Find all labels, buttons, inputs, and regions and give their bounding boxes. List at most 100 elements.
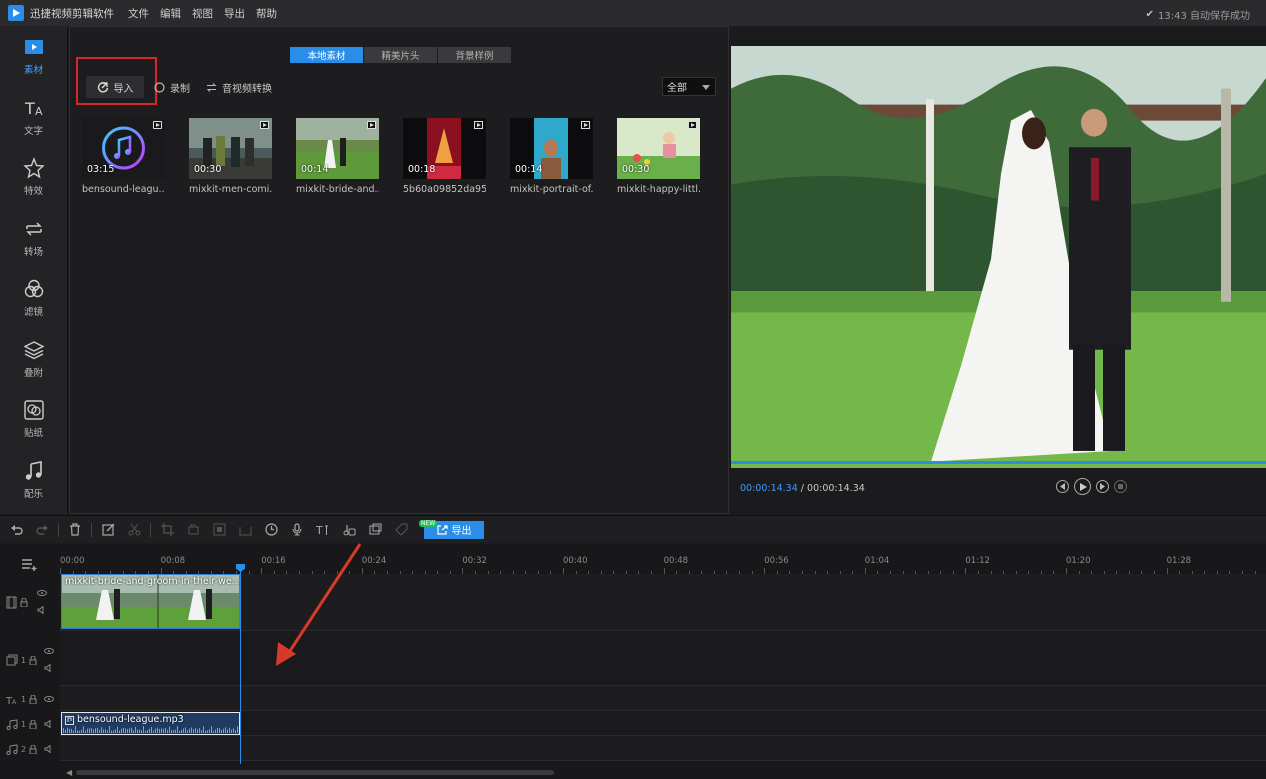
trash-icon — [70, 523, 80, 536]
speed-button[interactable] — [258, 519, 284, 541]
convert-button[interactable]: 音视频转换 — [206, 80, 272, 95]
lock-icon[interactable] — [29, 694, 37, 704]
video-clip[interactable]: mixkit-bride-and-groom-in-their-we... — [61, 574, 240, 629]
eye-icon[interactable] — [44, 648, 55, 654]
video-badge-icon — [581, 121, 590, 129]
sticker-icon — [23, 400, 44, 420]
speaker-icon[interactable] — [44, 745, 54, 753]
playhead[interactable] — [240, 564, 241, 764]
ruler-label: 00:08 — [160, 556, 186, 566]
svg-text:T: T — [316, 524, 323, 536]
lock-icon[interactable] — [29, 744, 37, 754]
text-icon: TA — [24, 99, 43, 118]
previous-frame-button[interactable] — [1056, 480, 1069, 493]
sidebar-item-stickers[interactable]: 贴纸 — [0, 389, 67, 450]
freeze-icon — [239, 527, 251, 536]
tab-intros[interactable]: 精美片头 — [364, 47, 437, 63]
waveform-bar — [117, 726, 118, 733]
audio-detach-button[interactable] — [336, 519, 362, 541]
media-item[interactable]: 00:18 5b60a09852da95... — [403, 118, 510, 195]
sidebar-item-transitions[interactable]: 转场 — [0, 208, 67, 269]
media-item[interactable]: 00:30 mixkit-men-comi... — [189, 118, 296, 195]
waveform-bar — [99, 729, 100, 733]
media-filter-select[interactable]: 全部 — [662, 77, 716, 96]
waveform-bar — [127, 728, 128, 733]
redo-button[interactable] — [29, 519, 55, 541]
waveform-bar — [223, 728, 224, 733]
waveform-bar — [171, 730, 172, 733]
freeze-frame-button[interactable] — [232, 519, 258, 541]
undo-button[interactable] — [3, 519, 29, 541]
menu-view[interactable]: 视图 — [192, 6, 213, 21]
speaker-icon[interactable] — [37, 606, 47, 614]
next-icon — [1100, 483, 1105, 490]
sidebar-item-text[interactable]: TA 文字 — [0, 87, 67, 148]
picture-in-picture-button[interactable] — [362, 519, 388, 541]
media-duration: 00:14 — [515, 164, 543, 175]
app-title: 迅捷视频剪辑软件 — [30, 7, 114, 20]
voiceover-button[interactable] — [284, 519, 310, 541]
play-button[interactable] — [1074, 478, 1091, 495]
waveform-bar — [165, 727, 166, 733]
waveform-bar — [107, 730, 108, 733]
sidebar-item-filters[interactable]: 滤镜 — [0, 268, 67, 329]
scroll-left-arrow-icon[interactable]: ◀ — [66, 768, 72, 777]
waveform-bar — [149, 728, 150, 733]
lock-icon[interactable] — [29, 655, 37, 665]
tab-local-media[interactable]: 本地素材 — [290, 47, 363, 63]
tab-background-samples[interactable]: 背景样例 — [438, 47, 511, 63]
lock-icon[interactable] — [29, 719, 37, 729]
video-badge-icon — [688, 121, 697, 129]
speaker-icon[interactable] — [44, 664, 54, 672]
media-item[interactable]: 00:14 mixkit-portrait-of... — [510, 118, 617, 195]
speaker-icon[interactable] — [44, 720, 54, 728]
edit-icon — [101, 523, 114, 536]
sidebar-item-media[interactable]: 素材 — [0, 26, 67, 87]
mosaic-button[interactable] — [206, 519, 232, 541]
thumbnail-frame: 00:14 — [510, 118, 593, 179]
sidebar-item-label: 叠附 — [23, 367, 43, 379]
waveform-bar — [151, 726, 152, 733]
music-note-icon — [65, 716, 74, 725]
mosaic-icon — [213, 523, 225, 536]
rotate-button[interactable] — [180, 519, 206, 541]
waveform-bar — [143, 726, 144, 733]
overlay-track-header: 1 — [0, 640, 60, 680]
import-button[interactable]: 导入 — [86, 76, 144, 98]
timeline-horizontal-scrollbar[interactable] — [76, 770, 554, 775]
menu-help[interactable]: 帮助 — [256, 6, 277, 21]
sidebar-item-effects[interactable]: 特效 — [0, 147, 67, 208]
delete-button[interactable] — [62, 519, 88, 541]
new-feature-button[interactable] — [388, 519, 414, 541]
menu-file[interactable]: 文件 — [128, 6, 149, 21]
stop-button[interactable] — [1114, 480, 1127, 493]
eye-icon[interactable] — [37, 590, 47, 596]
crop-button[interactable] — [154, 519, 180, 541]
menu-export[interactable]: 导出 — [224, 6, 245, 21]
preview-progress-bar[interactable] — [731, 461, 1266, 464]
next-frame-button[interactable] — [1096, 480, 1109, 493]
video-badge-icon — [260, 121, 269, 129]
menu-edit[interactable]: 编辑 — [160, 6, 181, 21]
waveform-bar — [87, 728, 88, 733]
record-button[interactable]: 录制 — [154, 80, 190, 95]
waveform-bar — [189, 728, 190, 733]
media-item[interactable]: 03:15 bensound-leagu... — [82, 118, 189, 195]
toolbar-divider — [58, 522, 59, 537]
media-item[interactable]: 00:14 mixkit-bride-and... — [296, 118, 403, 195]
sidebar-item-music[interactable]: 配乐 — [0, 450, 67, 511]
edit-button[interactable] — [95, 519, 121, 541]
media-item[interactable]: 00:30 mixkit-happy-littl... — [617, 118, 724, 195]
text-to-speech-button[interactable]: T — [310, 519, 336, 541]
chevron-down-icon — [702, 85, 710, 90]
split-button[interactable] — [121, 519, 147, 541]
thumbnail-frame: 00:14 — [296, 118, 379, 179]
track-number: 1 — [21, 655, 27, 665]
audio-clip[interactable]: bensound-league.mp3 — [61, 712, 240, 735]
sidebar-item-overlay[interactable]: 叠附 — [0, 329, 67, 390]
add-track-icon[interactable] — [22, 558, 38, 571]
lock-icon[interactable] — [20, 597, 28, 607]
filter-value: 全部 — [667, 83, 687, 94]
toolbar-divider — [91, 522, 92, 537]
eye-icon[interactable] — [44, 696, 55, 702]
